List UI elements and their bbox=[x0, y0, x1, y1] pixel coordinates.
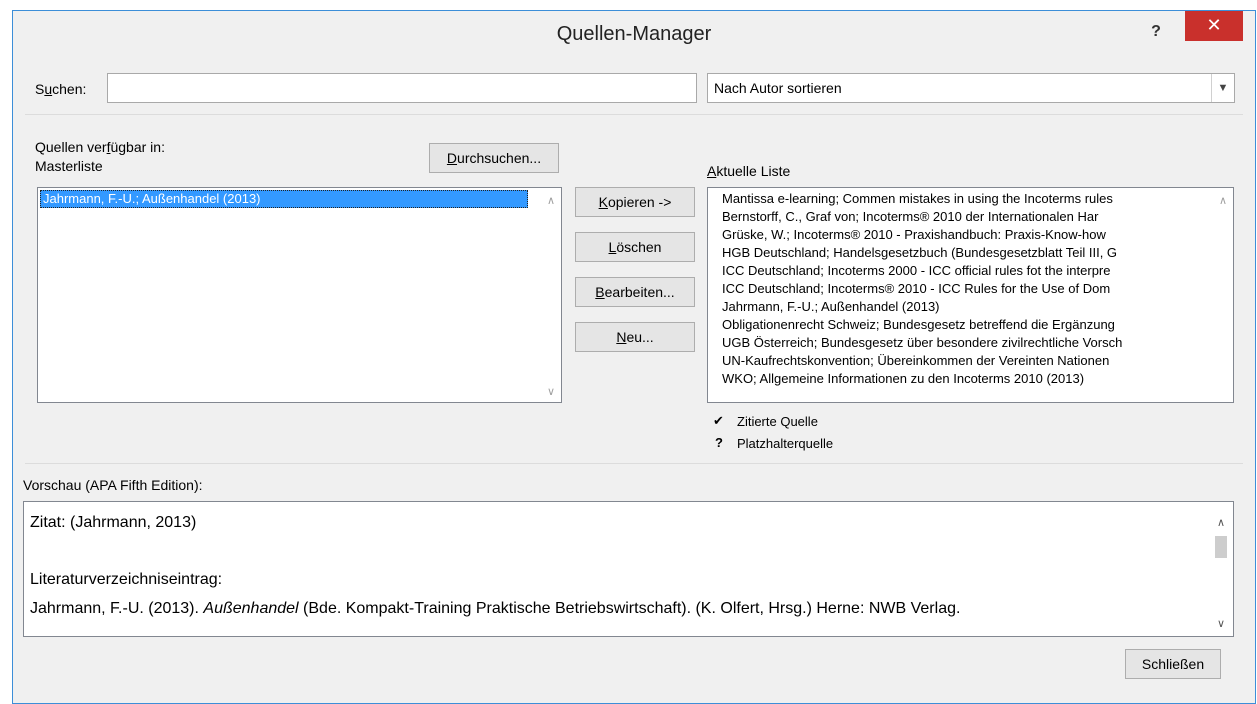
list-item[interactable]: Obligationenrecht Schweiz; Bundesgesetz … bbox=[708, 316, 1212, 334]
current-list-items: Mantissa e-learning; Commen mistakes in … bbox=[708, 190, 1212, 388]
edit-button[interactable]: Bearbeiten... bbox=[575, 277, 695, 307]
checkmark-icon: ✔ bbox=[713, 413, 724, 428]
question-mark-icon: ? bbox=[715, 435, 723, 450]
preview-box[interactable]: Zitat: (Jahrmann, 2013) Literaturverzeic… bbox=[23, 501, 1234, 637]
search-label: Suchen: bbox=[35, 81, 87, 97]
source-manager-dialog: Quellen-Manager ? ✕ Suchen: Nach Autor s… bbox=[12, 10, 1256, 704]
list-item[interactable]: ICC Deutschland; Incoterms® 2010 - ICC R… bbox=[708, 280, 1212, 298]
new-button[interactable]: Neu... bbox=[575, 322, 695, 352]
scroll-down-icon[interactable]: ∨ bbox=[1215, 617, 1227, 630]
scroll-up-icon[interactable]: ∧ bbox=[1215, 516, 1227, 529]
title-bar: Quellen-Manager ? ✕ bbox=[13, 11, 1255, 59]
sort-selected-value: Nach Autor sortieren bbox=[714, 80, 842, 96]
close-icon: ✕ bbox=[1206, 15, 1222, 35]
copy-button[interactable]: Kopieren -> bbox=[575, 187, 695, 217]
list-item[interactable]: UGB Österreich; Bundesgesetz über besond… bbox=[708, 334, 1212, 352]
dialog-title: Quellen-Manager bbox=[556, 23, 712, 45]
list-item[interactable]: ICC Deutschland; Incoterms 2000 - ICC of… bbox=[708, 262, 1212, 280]
current-list[interactable]: Mantissa e-learning; Commen mistakes in … bbox=[707, 187, 1234, 403]
current-list-label: Aktuelle Liste bbox=[707, 163, 791, 179]
preview-bibliography-heading: Literaturverzeichniseintrag: bbox=[30, 571, 223, 588]
browse-button[interactable]: Durchsuchen... bbox=[429, 143, 559, 173]
chevron-down-icon[interactable]: ▼ bbox=[1211, 74, 1234, 102]
placeholder-source-label: Platzhalterquelle bbox=[737, 436, 834, 451]
list-item[interactable]: Jahrmann, F.-U.; Außenhandel (2013) bbox=[40, 190, 528, 208]
scroll-up-icon[interactable]: ∧ bbox=[545, 194, 557, 207]
list-item[interactable]: HGB Deutschland; Handelsgesetzbuch (Bund… bbox=[708, 244, 1212, 262]
close-window-button[interactable]: ✕ bbox=[1185, 11, 1243, 41]
master-list[interactable]: Jahrmann, F.-U.; Außenhandel (2013) ∧ ∨ bbox=[37, 187, 562, 403]
preview-label: Vorschau (APA Fifth Edition): bbox=[23, 477, 203, 493]
scrollbar-thumb[interactable] bbox=[1215, 536, 1227, 558]
master-list-label: Masterliste bbox=[35, 158, 103, 174]
separator bbox=[25, 463, 1243, 464]
delete-button[interactable]: Löschen bbox=[575, 232, 695, 262]
scroll-up-icon[interactable]: ∧ bbox=[1217, 194, 1229, 207]
close-button[interactable]: Schließen bbox=[1125, 649, 1221, 679]
preview-bibliography-entry: Jahrmann, F.-U. (2013). Außenhandel (Bde… bbox=[30, 600, 961, 617]
list-item[interactable]: WKO; Allgemeine Informationen zu den Inc… bbox=[708, 370, 1212, 388]
cited-source-label: Zitierte Quelle bbox=[737, 414, 818, 429]
sources-available-label: Quellen verfügbar in: bbox=[35, 139, 165, 155]
list-item[interactable]: UN-Kaufrechtskonvention; Übereinkommen d… bbox=[708, 352, 1212, 370]
search-input[interactable] bbox=[107, 73, 697, 103]
list-item[interactable]: Jahrmann, F.-U.; Außenhandel (2013) bbox=[708, 298, 1212, 316]
help-button[interactable]: ? bbox=[1142, 19, 1170, 45]
scroll-down-icon[interactable]: ∨ bbox=[545, 385, 557, 398]
sort-dropdown[interactable]: Nach Autor sortieren ▼ bbox=[707, 73, 1235, 103]
preview-citation: Zitat: (Jahrmann, 2013) bbox=[30, 514, 197, 531]
list-item[interactable]: Grüske, W.; Incoterms® 2010 - Praxishand… bbox=[708, 226, 1212, 244]
list-item[interactable]: Mantissa e-learning; Commen mistakes in … bbox=[708, 190, 1212, 208]
separator bbox=[25, 114, 1243, 115]
list-item[interactable]: Bernstorff, C., Graf von; Incoterms® 201… bbox=[708, 208, 1212, 226]
